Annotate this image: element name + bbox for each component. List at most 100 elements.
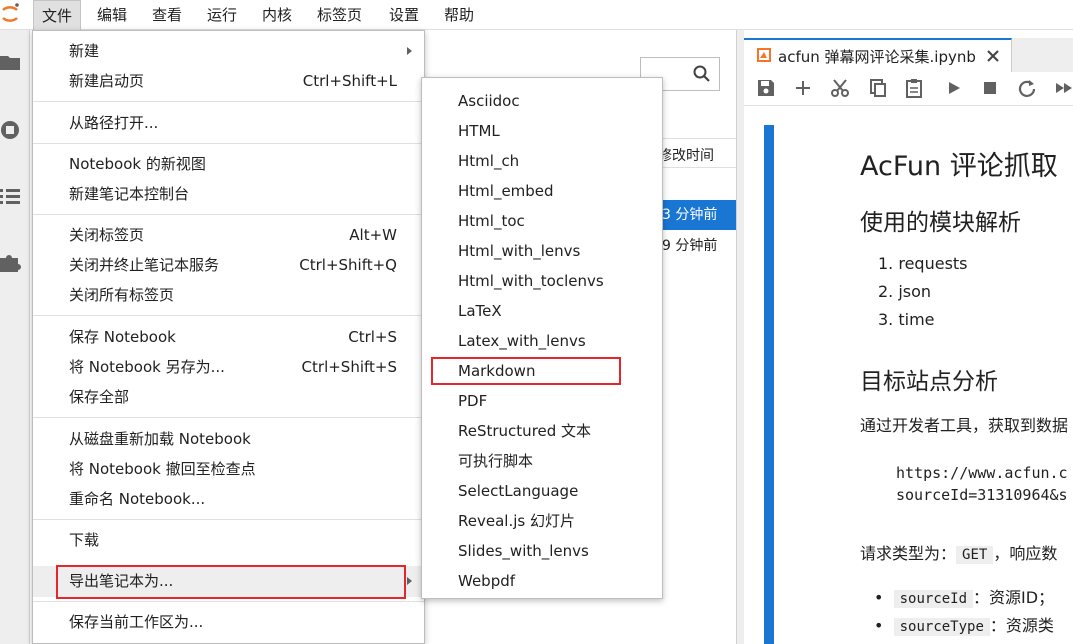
param-desc: ：资源ID； bbox=[973, 588, 1055, 607]
menu-item-save-all[interactable]: 保存全部 bbox=[33, 382, 424, 412]
search-icon bbox=[693, 65, 711, 87]
export-option[interactable]: Html_embed bbox=[422, 176, 662, 206]
annotation-highlight-markdown bbox=[431, 357, 621, 385]
menu-help[interactable]: 帮助 bbox=[436, 0, 482, 30]
export-option[interactable]: LaTeX bbox=[422, 296, 662, 326]
menu-item-label: 新建 bbox=[69, 42, 100, 60]
cut-icon[interactable] bbox=[830, 78, 852, 100]
file-modified-time: 3 分钟前 bbox=[662, 207, 718, 223]
module-list-item: 1. requests bbox=[878, 254, 968, 273]
export-option-label: PDF bbox=[458, 392, 488, 410]
copy-icon[interactable] bbox=[868, 78, 890, 100]
menu-item-download[interactable]: 下载 bbox=[33, 525, 424, 555]
chevron-right-icon bbox=[407, 47, 412, 55]
menu-edit[interactable]: 编辑 bbox=[89, 0, 135, 30]
menu-item-label: 新建启动页 bbox=[69, 72, 145, 90]
menu-item-open-from-path[interactable]: 从路径打开... bbox=[33, 108, 424, 138]
menu-item-label: 从磁盘重新加载 Notebook bbox=[69, 430, 251, 448]
menu-item-close-tab[interactable]: 关闭标签页 Alt+W bbox=[33, 220, 424, 250]
param-code: sourceType bbox=[893, 618, 990, 636]
menu-item-reload[interactable]: 从磁盘重新加载 Notebook bbox=[33, 424, 424, 454]
menu-item-new[interactable]: 新建 bbox=[33, 36, 424, 66]
menu-item-label: 保存当前工作区为... bbox=[69, 613, 204, 631]
menu-item-label: 从路径打开... bbox=[69, 114, 159, 132]
menu-item-new-launcher[interactable]: 新建启动页 Ctrl+Shift+L bbox=[33, 66, 424, 96]
tab-bar: acfun 弹幕网评论采集.ipynb bbox=[744, 38, 1073, 72]
module-name: json bbox=[898, 282, 932, 301]
export-option-label: HTML bbox=[458, 122, 500, 140]
notebook-heading-target: 目标站点分析 bbox=[860, 369, 998, 395]
export-option[interactable]: SelectLanguage bbox=[422, 476, 662, 506]
export-option[interactable]: Webpdf bbox=[422, 566, 662, 596]
left-sidebar bbox=[0, 30, 30, 644]
menu-item-rename[interactable]: 重命名 Notebook... bbox=[33, 484, 424, 514]
menu-item-label: 将 Notebook 撤回至检查点 bbox=[69, 460, 256, 478]
menu-item-save-as[interactable]: 将 Notebook 另存为... Ctrl+Shift+S bbox=[33, 352, 424, 382]
fast-forward-icon[interactable] bbox=[1054, 78, 1073, 100]
menu-tabs[interactable]: 标签页 bbox=[309, 0, 370, 30]
menu-file[interactable]: 文件 bbox=[33, 0, 82, 30]
export-option[interactable]: Html_ch bbox=[422, 146, 662, 176]
export-option-label: Html_ch bbox=[458, 152, 520, 170]
module-list-item: 2. json bbox=[878, 282, 932, 301]
export-option[interactable]: Reveal.js 幻灯片 bbox=[422, 506, 662, 536]
restart-icon[interactable] bbox=[1017, 78, 1039, 100]
column-modified-header[interactable]: 修改时间 bbox=[658, 145, 714, 165]
menu-item-new-console[interactable]: 新建笔记本控制台 bbox=[33, 179, 424, 209]
notebook-tab[interactable]: acfun 弹幕网评论采集.ipynb bbox=[744, 38, 1012, 72]
file-menu-dropdown: 新建 新建启动页 Ctrl+Shift+L 从路径打开... Notebook … bbox=[32, 30, 425, 644]
request-text-prefix: 请求类型为： bbox=[860, 544, 957, 563]
toc-icon[interactable] bbox=[0, 184, 22, 208]
menu-item-save-workspace-as[interactable]: 保存当前工作区为... bbox=[33, 607, 424, 637]
export-option[interactable]: Html_with_lenvs bbox=[422, 236, 662, 266]
paste-icon[interactable] bbox=[904, 78, 926, 100]
menu-item-new-view[interactable]: Notebook 的新视图 bbox=[33, 149, 424, 179]
export-option[interactable]: 可执行脚本 bbox=[422, 446, 662, 476]
export-option[interactable]: Html_toc bbox=[422, 206, 662, 236]
export-option-label: Slides_with_lenvs bbox=[458, 542, 589, 560]
run-icon[interactable] bbox=[944, 78, 966, 100]
export-option[interactable]: Html_with_toclenvs bbox=[422, 266, 662, 296]
export-option[interactable]: HTML bbox=[422, 116, 662, 146]
menu-item-label: 保存全部 bbox=[69, 388, 130, 406]
menu-item-label: 保存 Notebook bbox=[69, 328, 176, 346]
module-name: time bbox=[898, 310, 935, 329]
menu-item-save[interactable]: 保存 Notebook Ctrl+S bbox=[33, 322, 424, 352]
menu-run[interactable]: 运行 bbox=[199, 0, 245, 30]
annotation-highlight-export bbox=[56, 565, 406, 599]
close-icon[interactable] bbox=[986, 48, 1000, 67]
export-option-label: Reveal.js 幻灯片 bbox=[458, 512, 575, 530]
add-icon[interactable] bbox=[793, 78, 815, 100]
folder-icon[interactable] bbox=[0, 50, 22, 74]
export-option[interactable]: Asciidoc bbox=[422, 86, 662, 116]
param-list-item: • sourceType ：资源类 bbox=[874, 616, 1054, 636]
menu-kernel[interactable]: 内核 bbox=[254, 0, 300, 30]
export-option[interactable]: Slides_with_lenvs bbox=[422, 536, 662, 566]
save-icon[interactable] bbox=[756, 78, 778, 100]
code-line: sourceId=31310964&s bbox=[896, 486, 1068, 504]
panel-splitter[interactable] bbox=[736, 30, 744, 644]
export-option-label: Asciidoc bbox=[458, 92, 520, 110]
export-option[interactable]: ReStructured 文本 bbox=[422, 416, 662, 446]
module-list-item: 3. time bbox=[878, 310, 935, 329]
export-option[interactable]: Latex_with_lenvs bbox=[422, 326, 662, 356]
code-line: https://www.acfun.c bbox=[896, 464, 1068, 482]
running-icon[interactable] bbox=[0, 118, 22, 142]
file-modified-time: 9 分钟前 bbox=[662, 238, 718, 254]
export-option[interactable]: PDF bbox=[422, 386, 662, 416]
extension-icon[interactable] bbox=[0, 250, 22, 274]
menu-item-label: 关闭所有标签页 bbox=[69, 286, 175, 304]
menu-item-close-all-tabs[interactable]: 关闭所有标签页 bbox=[33, 280, 424, 310]
menu-item-shortcut: Ctrl+Shift+L bbox=[302, 72, 397, 90]
export-option-label: Html_toc bbox=[458, 212, 525, 230]
module-name: requests bbox=[898, 254, 968, 273]
stop-icon[interactable] bbox=[980, 78, 1002, 100]
jupyter-logo-icon bbox=[0, 2, 22, 26]
menu-settings[interactable]: 设置 bbox=[381, 0, 427, 30]
menu-item-close-and-shutdown[interactable]: 关闭并终止笔记本服务 Ctrl+Shift+Q bbox=[33, 250, 424, 280]
menu-item-revert-checkpoint[interactable]: 将 Notebook 撤回至检查点 bbox=[33, 454, 424, 484]
menu-separator bbox=[33, 143, 424, 144]
notebook-heading-modules: 使用的模块解析 bbox=[860, 210, 1021, 236]
menu-separator bbox=[33, 101, 424, 102]
menu-view[interactable]: 查看 bbox=[144, 0, 190, 30]
